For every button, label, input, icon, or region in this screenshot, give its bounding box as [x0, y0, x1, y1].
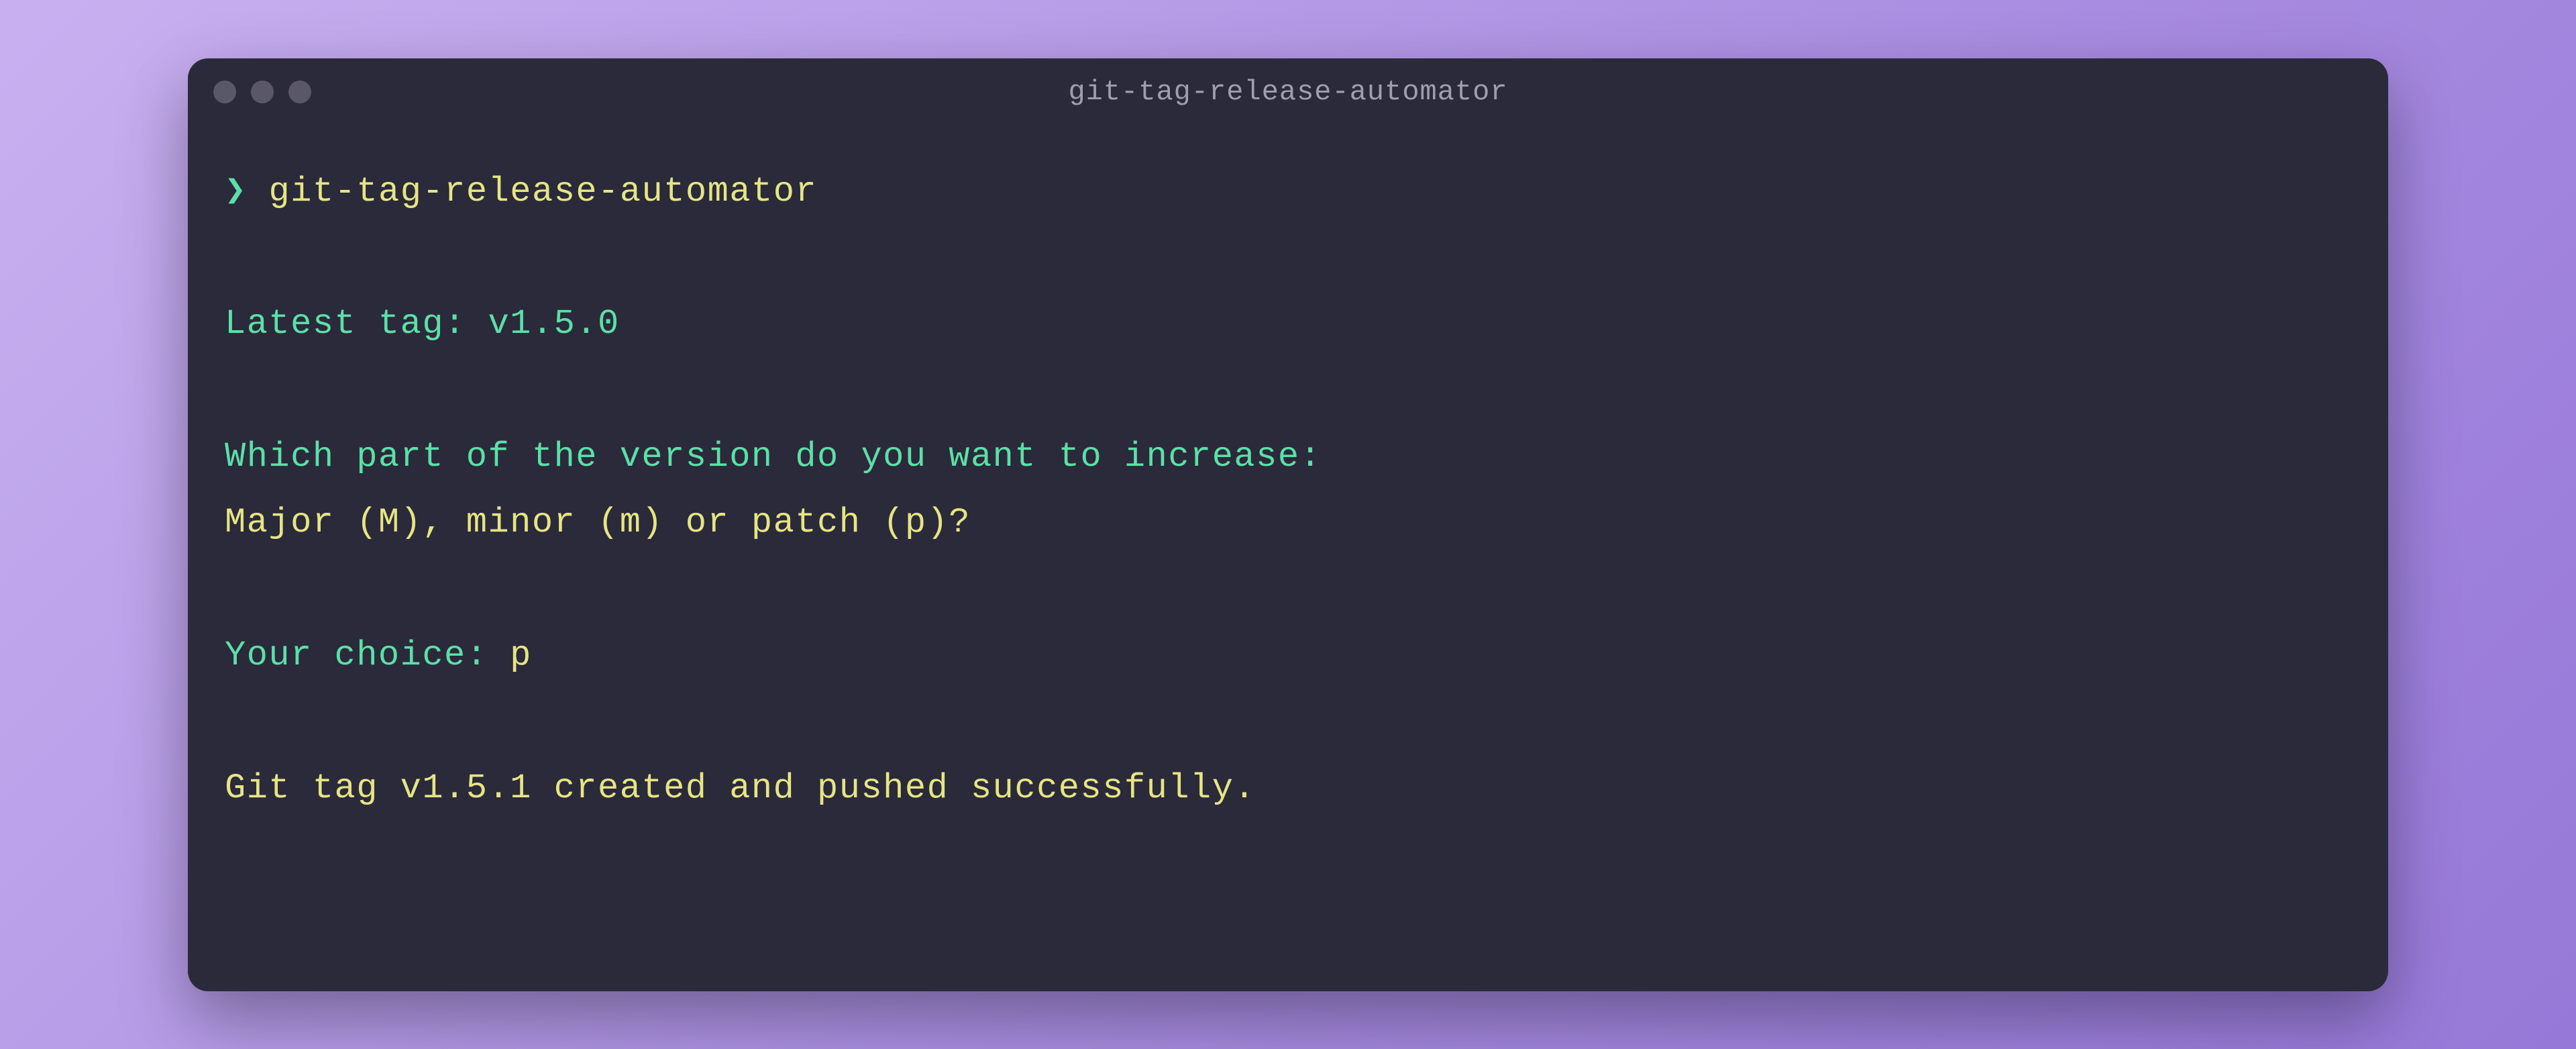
prompt-line: ❯ git-tag-release-automator	[225, 159, 2351, 226]
command-text: git-tag-release-automator	[269, 172, 818, 211]
maximize-icon[interactable]	[288, 81, 311, 103]
blank-line	[225, 225, 2351, 291]
blank-line	[225, 556, 2351, 623]
close-icon[interactable]	[213, 81, 236, 103]
latest-tag-label: Latest tag:	[225, 304, 488, 344]
blank-line	[225, 358, 2351, 424]
traffic-lights	[213, 81, 311, 103]
result-line: Git tag v1.5.1 created and pushed succes…	[225, 756, 2351, 822]
latest-tag-value: v1.5.0	[488, 304, 619, 344]
choice-value: p	[510, 636, 532, 675]
options-line: Major (M), minor (m) or patch (p)?	[225, 490, 2351, 556]
terminal-body[interactable]: ❯ git-tag-release-automator Latest tag: …	[188, 126, 2388, 991]
prompt-symbol: ❯	[225, 172, 247, 211]
title-bar: git-tag-release-automator	[188, 58, 2388, 126]
minimize-icon[interactable]	[251, 81, 274, 103]
question-line: Which part of the version do you want to…	[225, 424, 2351, 491]
choice-line: Your choice: p	[225, 623, 2351, 689]
window-title: git-tag-release-automator	[1068, 76, 1507, 108]
terminal-window: git-tag-release-automator ❯ git-tag-rele…	[188, 58, 2388, 991]
choice-label: Your choice:	[225, 636, 510, 675]
blank-line	[225, 689, 2351, 756]
latest-tag-line: Latest tag: v1.5.0	[225, 291, 2351, 358]
